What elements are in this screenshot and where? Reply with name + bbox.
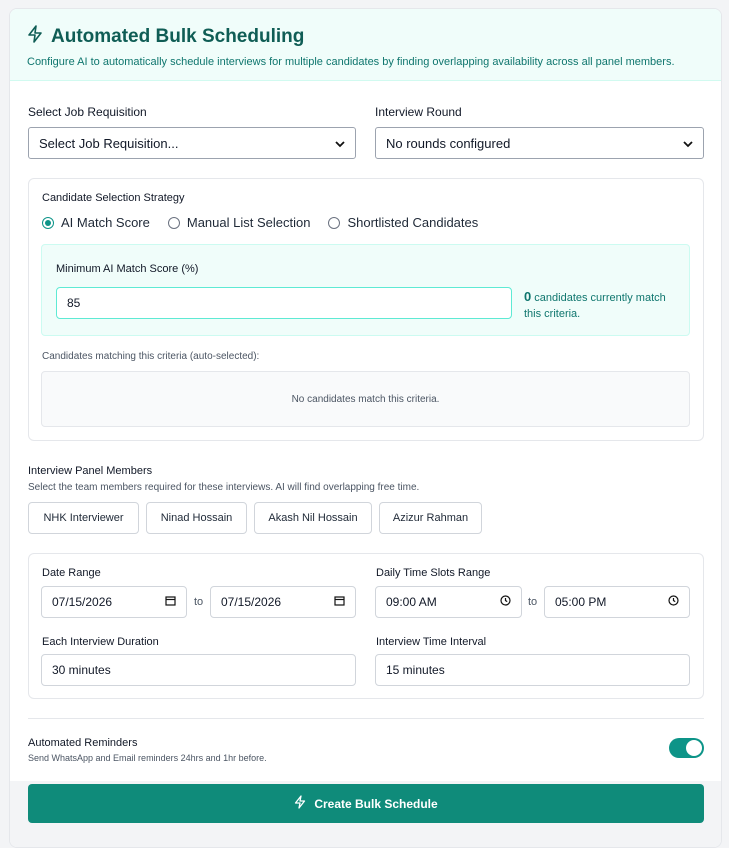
radio-manual-list[interactable]: Manual List Selection [167, 215, 311, 230]
duration-value: 30 minutes [52, 663, 111, 677]
panel-members-label: Interview Panel Members [28, 465, 153, 477]
strategy-label: Candidate Selection Strategy [42, 192, 185, 204]
interval-select[interactable]: 15 minutes [375, 654, 690, 686]
panel-members-hint: Select the team members required for the… [28, 482, 420, 493]
job-requisition-select[interactable]: Select Job Requisition... [28, 127, 356, 159]
strategy-radio-group: AI Match Score Manual List Selection Sho… [42, 215, 478, 230]
job-requisition-value: Select Job Requisition... [39, 135, 179, 151]
panel-member-chip[interactable]: Akash Nil Hossain [254, 502, 372, 534]
time-to-separator: to [528, 596, 538, 608]
match-text: candidates currently match this criteria… [524, 292, 666, 320]
bulk-scheduling-card: Automated Bulk Scheduling Configure AI t… [9, 8, 722, 848]
date-from-input[interactable]: 07/15/2026 [41, 586, 187, 618]
min-score-label: Minimum AI Match Score (%) [56, 263, 199, 275]
interval-label: Interview Time Interval [376, 636, 487, 648]
panel-member-chip[interactable]: Azizur Rahman [379, 502, 482, 534]
reminders-hint: Send WhatsApp and Email reminders 24hrs … [28, 753, 267, 763]
cta-label: Create Bulk Schedule [314, 796, 438, 811]
calendar-icon [334, 595, 345, 609]
radio-shortlisted[interactable]: Shortlisted Candidates [328, 215, 478, 230]
date-to-value: 07/15/2026 [221, 595, 282, 609]
interview-round-value: No rounds configured [386, 135, 511, 151]
empty-candidates-list: No candidates match this criteria. [41, 371, 690, 427]
date-to-separator: to [194, 596, 204, 608]
time-from-input[interactable]: 09:00 AM [375, 586, 522, 618]
radio-ai-match-score[interactable]: AI Match Score [42, 215, 150, 230]
date-from-value: 07/15/2026 [52, 595, 113, 609]
interview-round-label: Interview Round [375, 105, 462, 119]
clock-icon [668, 595, 679, 609]
job-requisition-label: Select Job Requisition [28, 105, 147, 119]
reminders-label: Automated Reminders [28, 737, 138, 749]
duration-select[interactable]: 30 minutes [41, 654, 356, 686]
min-score-panel: Minimum AI Match Score (%) 85 0 candidat… [41, 244, 690, 336]
panel-member-chip[interactable]: Ninad Hossain [146, 502, 247, 534]
reminders-toggle[interactable] [669, 738, 704, 758]
date-range-label: Date Range [42, 567, 101, 579]
radio-unchecked-icon [167, 216, 180, 229]
radio-label: Shortlisted Candidates [347, 215, 479, 230]
create-bulk-schedule-button[interactable]: Create Bulk Schedule [28, 784, 704, 823]
radio-label: AI Match Score [61, 215, 150, 230]
match-count-text: 0 candidates currently match this criter… [524, 289, 684, 322]
clock-icon [500, 595, 511, 609]
time-to-input[interactable]: 05:00 PM [544, 586, 690, 618]
time-to-value: 05:00 PM [555, 595, 607, 609]
empty-state-text: No candidates match this criteria. [291, 393, 440, 405]
section-divider [28, 718, 704, 719]
time-from-value: 09:00 AM [386, 595, 437, 609]
page-subtitle: Configure AI to automatically schedule i… [27, 56, 675, 68]
interview-round-select[interactable]: No rounds configured [375, 127, 704, 159]
selection-strategy-box: Candidate Selection Strategy AI Match Sc… [28, 178, 704, 441]
radio-checked-icon [42, 216, 54, 229]
matching-candidates-label: Candidates matching this criteria (auto-… [42, 351, 260, 362]
min-score-input[interactable]: 85 [56, 287, 512, 319]
chevron-down-icon [683, 136, 693, 151]
panel-member-chip[interactable]: NHK Interviewer [28, 502, 139, 534]
card-header: Automated Bulk Scheduling Configure AI t… [10, 9, 721, 81]
duration-label: Each Interview Duration [42, 636, 159, 648]
date-to-input[interactable]: 07/15/2026 [210, 586, 356, 618]
radio-label: Manual List Selection [186, 215, 311, 230]
page-title: Automated Bulk Scheduling [51, 25, 305, 47]
lightning-icon [27, 25, 43, 48]
schedule-settings-box: Date Range 07/15/2026 to 07/15/2026 Dail… [28, 553, 704, 699]
interval-value: 15 minutes [386, 663, 445, 677]
time-range-label: Daily Time Slots Range [376, 567, 491, 579]
chevron-down-icon [335, 136, 345, 151]
calendar-icon [165, 595, 176, 609]
min-score-value: 85 [67, 296, 81, 310]
lightning-icon [294, 795, 306, 812]
match-count: 0 [524, 289, 532, 304]
radio-unchecked-icon [328, 216, 341, 229]
